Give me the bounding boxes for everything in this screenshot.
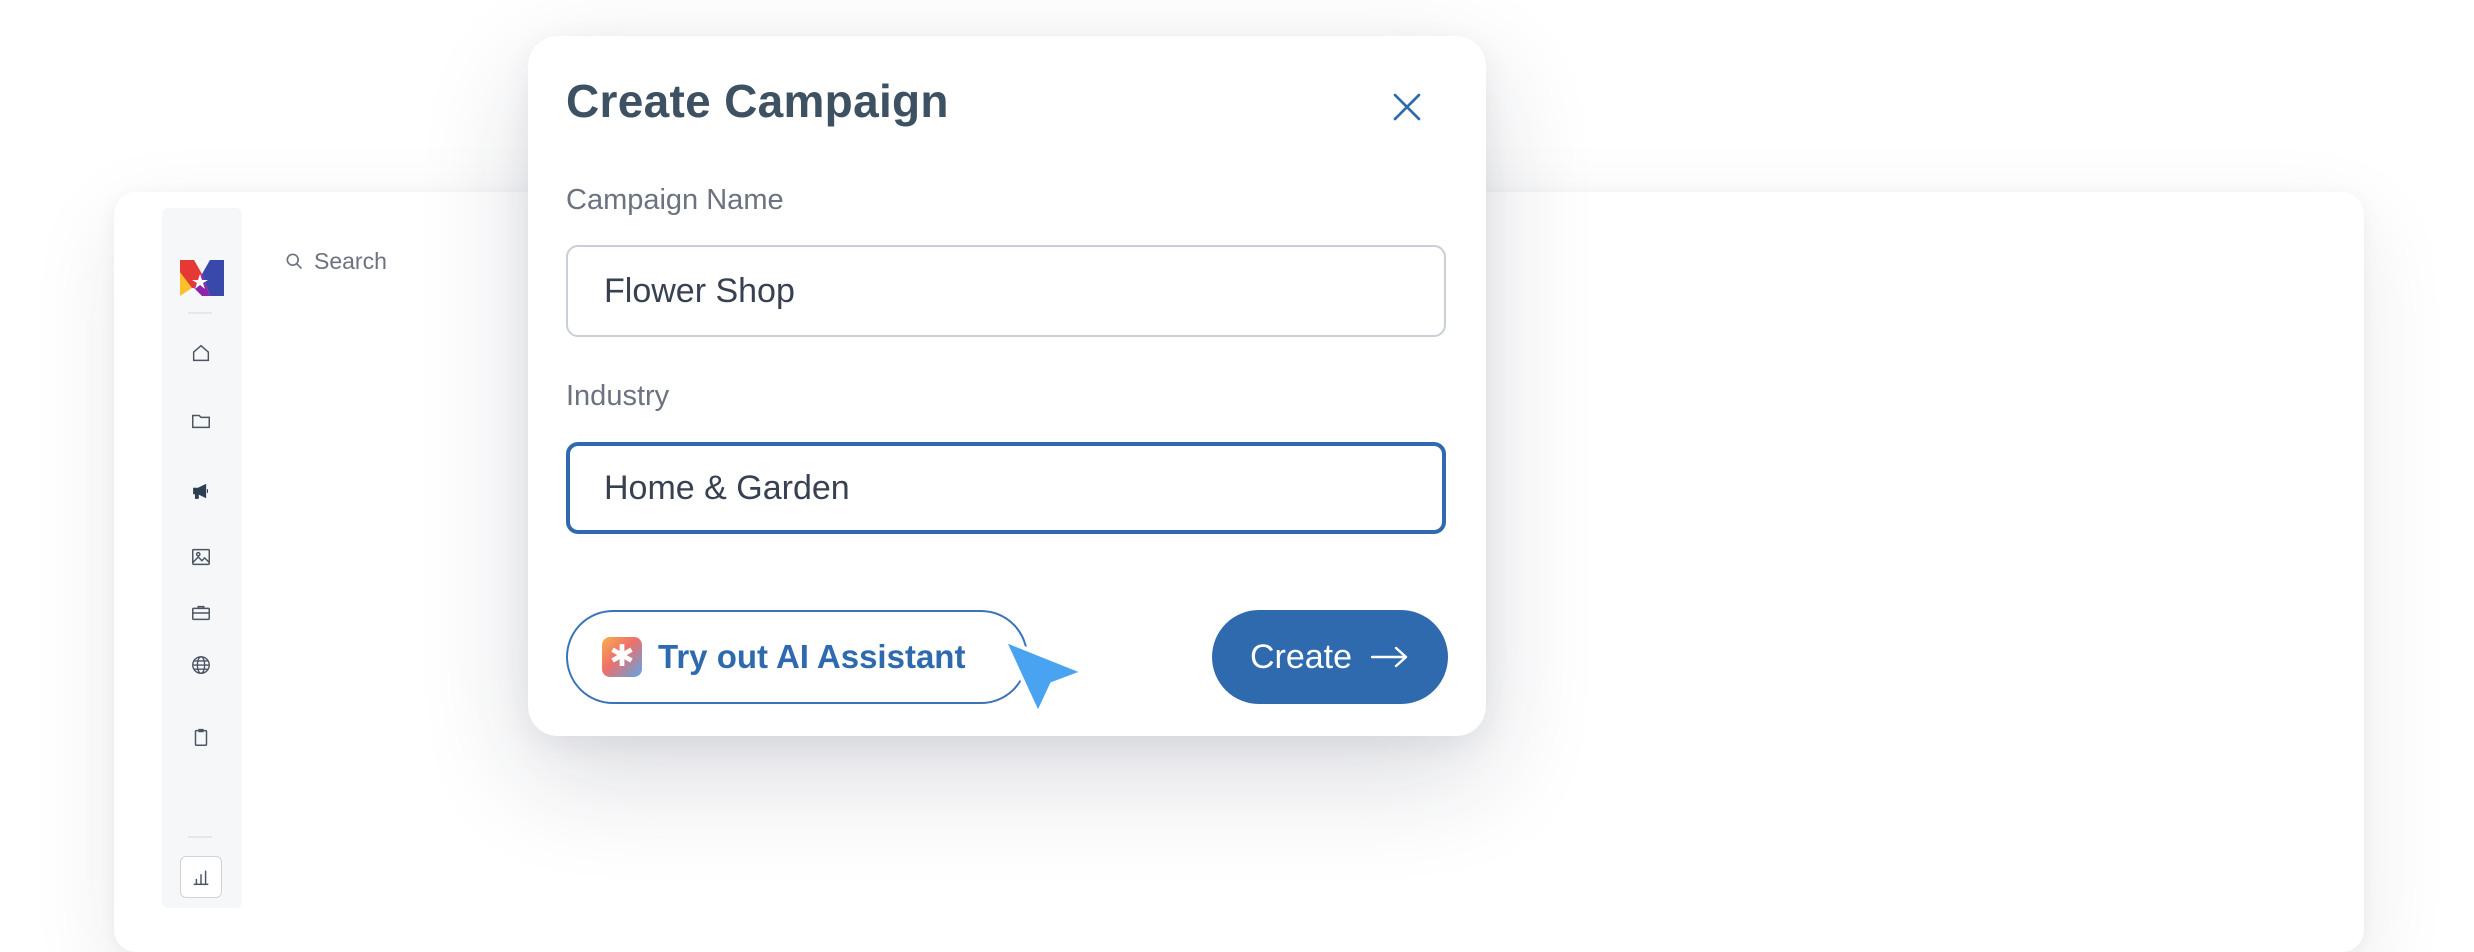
sidebar-item-home[interactable] — [186, 338, 216, 368]
search-icon — [286, 253, 303, 270]
megaphone-icon — [193, 483, 208, 499]
clipboard-icon — [194, 728, 208, 746]
search-placeholder: Search — [314, 247, 387, 274]
create-label: Create — [1249, 637, 1353, 676]
arrow-right-icon — [1370, 646, 1408, 668]
briefcase-icon — [192, 605, 210, 621]
ai-assistant-button[interactable]: ✱ Try out AI Assistant — [566, 610, 1028, 704]
sidebar-item-media[interactable] — [186, 542, 216, 572]
industry-label: Industry — [566, 380, 670, 412]
chart-icon — [193, 870, 209, 886]
image-icon — [192, 548, 210, 566]
campaign-name-value: Flower Shop — [604, 271, 795, 310]
close-button[interactable] — [1382, 82, 1432, 132]
sidebar-item-clipboard[interactable] — [186, 722, 216, 752]
sidebar-item-analytics[interactable] — [180, 856, 222, 898]
app-logo[interactable] — [180, 258, 224, 296]
campaign-name-label: Campaign Name — [566, 184, 784, 216]
sidebar-item-briefcase[interactable] — [186, 598, 216, 628]
sparkle-icon: ✱ — [602, 637, 642, 677]
industry-value: Home & Garden — [604, 468, 850, 507]
ai-assistant-label: Try out AI Assistant — [658, 638, 966, 675]
close-icon — [1393, 93, 1421, 121]
home-icon — [192, 344, 210, 362]
campaign-name-input[interactable]: Flower Shop — [566, 245, 1446, 337]
mouse-cursor-icon — [1002, 638, 1086, 716]
sidebar-item-folder[interactable] — [186, 406, 216, 436]
sidebar-divider — [188, 312, 212, 314]
search-bar[interactable]: Search — [284, 246, 387, 276]
industry-input[interactable]: Home & Garden — [566, 442, 1446, 534]
dialog-title: Create Campaign — [566, 75, 949, 127]
create-campaign-dialog: Create Campaign Campaign Name Flower Sho… — [528, 36, 1486, 736]
folder-icon — [192, 414, 210, 429]
sidebar-item-campaigns[interactable] — [186, 476, 216, 506]
globe-icon — [192, 656, 210, 674]
sidebar-item-web[interactable] — [186, 650, 216, 680]
create-button[interactable]: Create — [1212, 610, 1448, 704]
sidebar-divider-bottom — [188, 836, 212, 838]
